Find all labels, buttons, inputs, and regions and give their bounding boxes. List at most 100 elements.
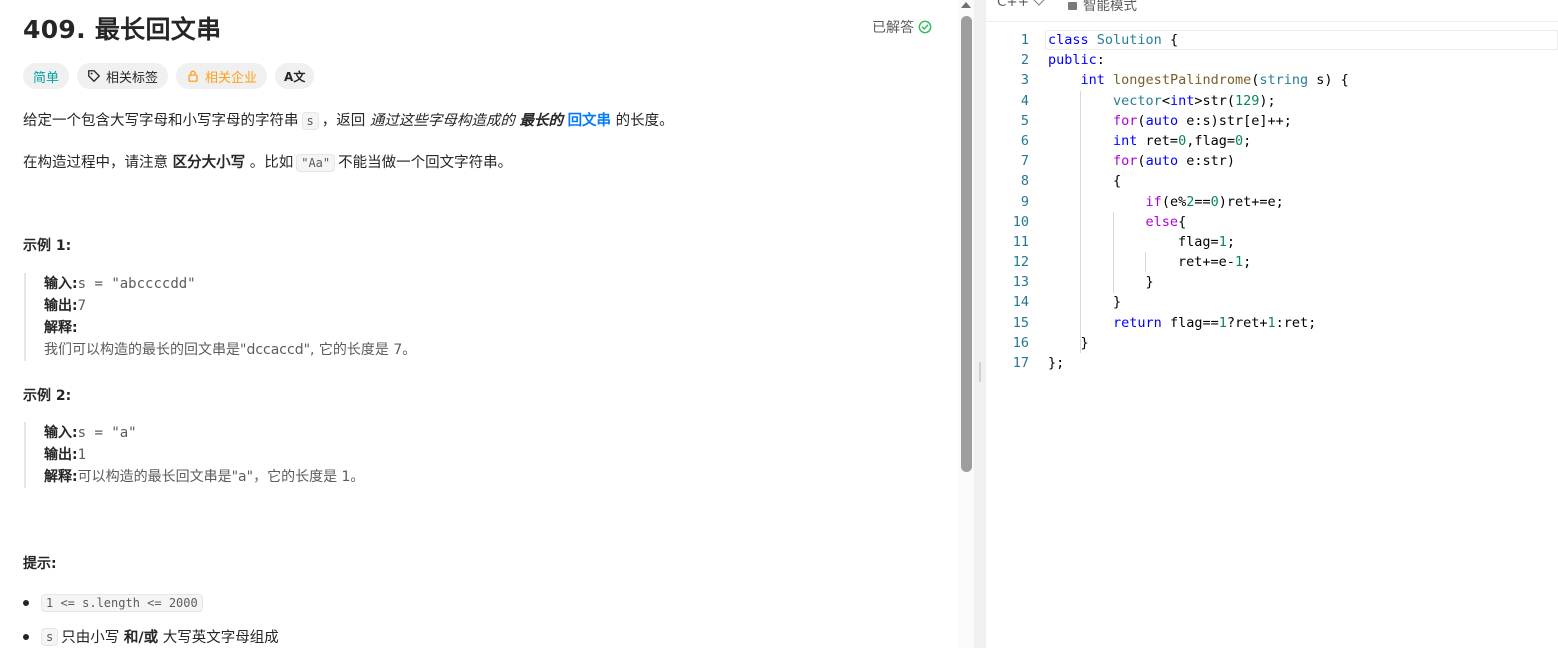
code-line[interactable]: 7 for(auto e:str) xyxy=(986,151,1558,171)
line-number: 14 xyxy=(1012,294,1029,311)
panel-resize-divider[interactable] xyxy=(974,0,986,648)
code-text: ret+=e-1; xyxy=(1048,254,1252,271)
problem-panel: 409. 最长回文串 已解答 简单 相关标签 相关企业 A文 给定一个包含大写字… xyxy=(0,0,958,648)
output-value: 7 xyxy=(77,298,87,314)
indent-guide xyxy=(1080,90,1082,354)
desc-text: 不能当做一个回文字符串。 xyxy=(338,155,513,171)
code-line[interactable]: 5 for(auto e:s)str[e]++; xyxy=(986,111,1558,131)
code-line[interactable]: 15 return flag==1?ret+1:ret; xyxy=(986,313,1558,333)
bullet-icon xyxy=(23,600,29,606)
check-circle-icon xyxy=(918,20,932,34)
explain-label: 解释: xyxy=(44,469,78,485)
hints-list: 1 <= s.length <= 2000 s 只由小写 和/或 大写英文字母组… xyxy=(23,594,279,648)
desc-strong: 区分大小写 xyxy=(172,155,246,171)
tag-icon xyxy=(88,70,100,82)
solved-status[interactable]: 已解答 xyxy=(872,17,932,37)
code-text: return flag==1?ret+1:ret; xyxy=(1113,314,1317,331)
code-text: if(e%2==0)ret+=e; xyxy=(1145,193,1284,210)
inline-code: s xyxy=(301,112,319,130)
code-text: int longestPalindrome(string s) { xyxy=(1080,72,1349,89)
line-number: 15 xyxy=(1012,314,1029,331)
line-number: 10 xyxy=(1012,213,1029,230)
explain-text: 我们可以构造的最长的回文串是"dccaccd", 它的长度是 7。 xyxy=(44,342,417,358)
code-line[interactable]: 8 { xyxy=(986,171,1558,191)
indent-guide xyxy=(1112,211,1114,293)
line-number: 16 xyxy=(1012,334,1029,351)
code-line[interactable]: 16 } xyxy=(986,333,1558,353)
desc-text: 给定一个包含大写字母和小写字母的字符串 xyxy=(23,113,299,129)
scroll-up-arrow-icon[interactable] xyxy=(961,2,971,8)
desc-emphasis: 通过这些字母构造成的 xyxy=(369,113,515,129)
code-text: { xyxy=(1048,173,1122,190)
lock-icon xyxy=(1068,2,1077,10)
problem-title: 409. 最长回文串 xyxy=(23,15,222,44)
example-1-heading: 示例 1: xyxy=(23,238,72,254)
code-lines[interactable]: 1 class Solution {2 public: 3 int longestPa… xyxy=(986,30,1558,373)
code-text: for(auto e:s)str[e]++; xyxy=(1113,112,1292,129)
companies-tag-button[interactable]: 相关企业 xyxy=(176,63,268,89)
code-line[interactable]: 17}; xyxy=(986,353,1558,373)
hint-text: 只由小写 xyxy=(61,630,120,646)
list-item: s 只由小写 和/或 大写英文字母组成 xyxy=(23,626,279,647)
smart-mode-toggle[interactable]: 智能模式 xyxy=(1068,0,1137,14)
code-line[interactable]: 11 flag=1; xyxy=(986,232,1558,252)
inline-code: "Aa" xyxy=(296,154,336,172)
code-text: } xyxy=(1048,294,1122,311)
bullet-icon xyxy=(23,633,29,640)
problem-scrollbar-thumb[interactable] xyxy=(961,16,972,472)
input-value: s = "abccccdd" xyxy=(77,276,196,292)
description-paragraph-2: 在构造过程中，请注意 区分大小写 。比如 "Aa" 不能当做一个回文字符串。 xyxy=(23,151,512,172)
language-select[interactable]: C++ xyxy=(997,0,1045,10)
code-text: else{ xyxy=(1145,213,1187,230)
code-text: vector<int>str(129); xyxy=(1113,92,1276,109)
line-number: 7 xyxy=(1020,153,1029,170)
input-label: 输入: xyxy=(44,276,78,292)
mode-label: 智能模式 xyxy=(1083,0,1137,14)
desc-text: 。比如 xyxy=(249,155,294,171)
code-line[interactable]: 3 int longestPalindrome(string s) { xyxy=(986,70,1558,90)
code-text: } xyxy=(1048,334,1089,351)
list-item: 1 <= s.length <= 2000 xyxy=(23,594,279,612)
code-text: flag=1; xyxy=(1048,233,1235,250)
code-line[interactable]: 4 vector<int>str(129); xyxy=(986,91,1558,111)
output-label: 输出: xyxy=(44,298,78,314)
hint-strong: 和/或 xyxy=(123,630,159,646)
code-line[interactable]: 14 } xyxy=(986,292,1558,312)
code-text: class Solution { xyxy=(1048,32,1179,48)
line-number: 9 xyxy=(1020,193,1029,210)
input-value: s = "a" xyxy=(77,425,137,441)
code-line[interactable]: 1 class Solution { xyxy=(986,30,1558,50)
code-line[interactable]: 2 public: xyxy=(986,50,1558,70)
line-number: 17 xyxy=(1012,355,1029,371)
line-number: 3 xyxy=(1020,72,1029,89)
desc-text: 的长度。 xyxy=(615,113,674,129)
code-line[interactable]: 13 } xyxy=(986,272,1558,292)
inline-code: 1 <= s.length <= 2000 xyxy=(41,594,203,612)
topics-tag-button[interactable]: 相关标签 xyxy=(77,63,169,89)
resize-grip-icon[interactable] xyxy=(979,362,981,382)
code-line[interactable]: 9 if(e%2==0)ret+=e; xyxy=(986,192,1558,212)
hints-heading: 提示: xyxy=(23,556,57,572)
example-2-block: 输入:s = "a" 输出:1 解释:可以构造的最长回文串是"a"，它的长度是 … xyxy=(24,422,364,488)
line-number: 13 xyxy=(1012,274,1029,291)
language-label: C++ xyxy=(997,0,1030,10)
desc-text: 在构造过程中，请注意 xyxy=(23,155,168,171)
code-editor[interactable]: C++ 智能模式 1 class Solution {2 public: 3 int … xyxy=(986,0,1558,648)
solved-label: 已解答 xyxy=(872,20,914,36)
code-text: } xyxy=(1048,274,1154,291)
difficulty-badge[interactable]: 简单 xyxy=(23,63,70,89)
code-line[interactable]: 10 else{ xyxy=(986,212,1558,232)
input-label: 输入: xyxy=(44,425,78,441)
problem-tags: 简单 相关标签 相关企业 A文 xyxy=(23,63,315,89)
indent-guide xyxy=(1145,252,1147,273)
editor-toolbar: C++ 智能模式 xyxy=(986,0,1558,22)
code-text: public: xyxy=(1048,52,1105,69)
code-line[interactable]: 12 ret+=e-1; xyxy=(986,252,1558,272)
hint-text: 大写英文字母组成 xyxy=(162,630,279,646)
code-text: }; xyxy=(1048,355,1065,371)
palindrome-link[interactable]: 回文串 xyxy=(568,113,612,129)
code-line[interactable]: 6 int ret=0,flag=0; xyxy=(986,131,1558,151)
translate-button[interactable]: A文 xyxy=(275,63,315,89)
example-2-heading: 示例 2: xyxy=(23,388,72,404)
line-number: 8 xyxy=(1020,173,1029,190)
